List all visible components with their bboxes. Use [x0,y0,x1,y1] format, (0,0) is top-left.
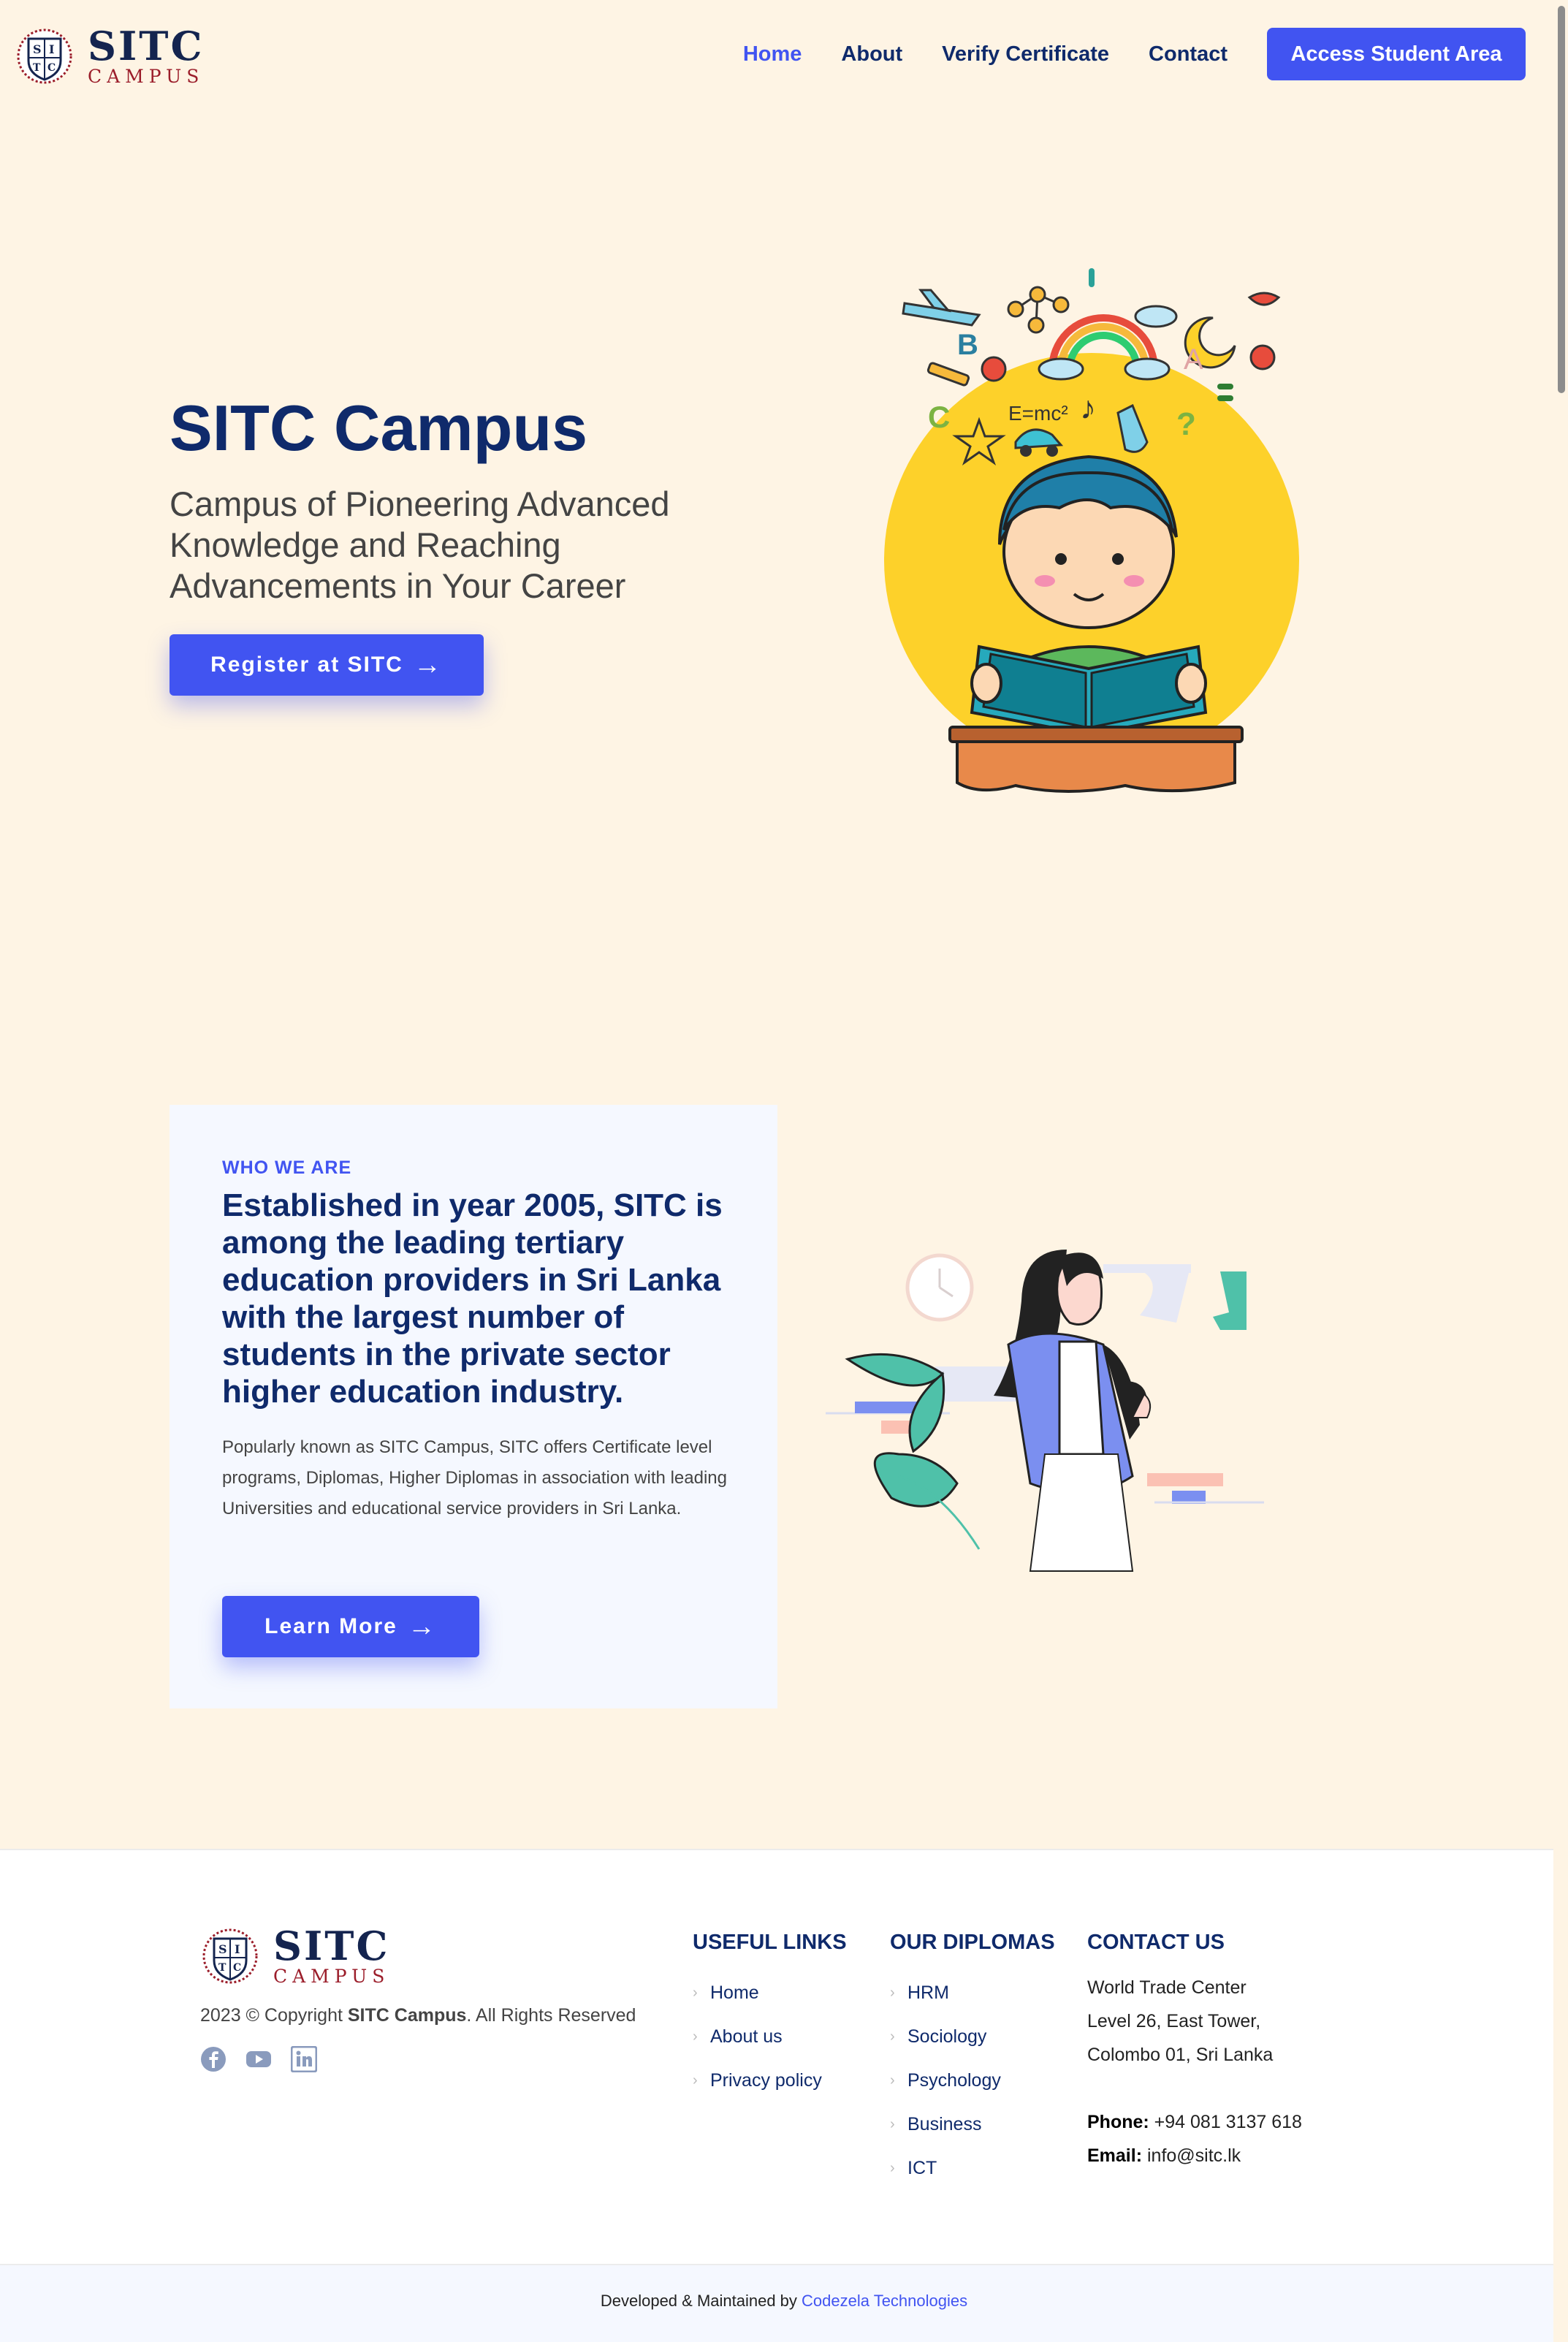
svg-text:A: A [1184,343,1203,376]
credits-text: Developed & Maintained by Codezela Techn… [600,2292,968,2310]
about-heading: Established in year 2005, SITC is among … [222,1187,723,1410]
about-text: Popularly known as SITC Campus, SITC off… [222,1437,727,1518]
diplomas-column: OUR DIPLOMAS › HRM › Sociology › Psychology… [890,1931,1055,2190]
social-links [200,2045,318,2073]
address-line: World Trade Center [1087,1977,1247,1998]
register-button-label: Register at SITC [210,653,403,677]
svg-text:B: B [957,329,978,361]
phone-line: Phone: +94 081 3137 618 [1087,2112,1302,2132]
hero-title: SITC Campus [170,392,588,464]
nav-contact[interactable]: Contact [1149,42,1228,66]
woman-with-plants-illustration [826,1250,1264,1572]
diploma-link-ict[interactable]: › ICT [890,2146,1055,2190]
crest-icon: S I T C [202,1928,258,1983]
svg-text:S: S [33,42,42,56]
chevron-right-icon: › [890,1984,895,2001]
diploma-link-psychology[interactable]: › Psychology [890,2058,1055,2102]
crest-icon: S I T C [17,28,72,83]
chevron-right-icon: › [693,2072,698,2088]
hero-subtitle: Campus of Pioneering Advanced Knowledge … [170,484,670,605]
arrow-right-icon: → [407,1611,437,1642]
logo-text-secondary: CAMPUS [88,66,205,87]
footer-link-about-us[interactable]: › About us [693,2015,847,2058]
airplane-icon [902,289,981,327]
nav-home[interactable]: Home [743,42,802,66]
svg-text:I: I [49,42,54,56]
svg-text:♪: ♪ [1080,390,1096,426]
email-address[interactable]: info@sitc.lk [1147,2145,1241,2166]
learn-more-label: Learn More [264,1614,397,1638]
access-student-area-button[interactable]: Access Student Area [1267,28,1526,80]
chevron-right-icon: › [693,1984,698,2001]
footer-logo[interactable]: S I T C SITC CAMPUS [200,1926,389,1985]
credits-bar: Developed & Maintained by Codezela Techn… [0,2264,1568,2342]
site-logo[interactable]: S I T C SITC CAMPUS [15,26,204,85]
nav-verify-certificate[interactable]: Verify Certificate [942,42,1109,66]
diploma-link-hrm[interactable]: › HRM [890,1971,1055,2015]
useful-links-title: USEFUL LINKS [693,1931,847,1954]
student-reading-illustration: B C E=mc² ♪ ? A [884,268,1299,793]
nav-about[interactable]: About [841,42,902,66]
svg-text:E=mc²: E=mc² [1008,402,1068,425]
youtube-icon[interactable] [246,2046,272,2072]
svg-text:S: S [218,1942,227,1956]
address-line: Level 26, East Tower, [1087,2011,1261,2031]
section-eyebrow: WHO WE ARE [222,1157,352,1178]
contact-title: CONTACT US [1087,1931,1225,1954]
site-header: S I T C SITC CAMPUS Home About Verify Ce… [0,0,1553,110]
logo-text-primary: SITC [273,1923,390,1969]
svg-text:T: T [33,62,41,74]
contact-column: CONTACT US World Trade Center Level 26, … [1087,1931,1302,2172]
footer-link-privacy-policy[interactable]: › Privacy policy [693,2058,847,2102]
email-line: Email: info@sitc.lk [1087,2145,1241,2166]
chevron-right-icon: › [890,2028,895,2045]
svg-text:C: C [47,62,56,74]
scrollbar-thumb[interactable] [1558,6,1565,393]
address-line: Colombo 01, Sri Lanka [1087,2045,1274,2065]
svg-text:I: I [235,1942,240,1956]
chevron-right-icon: › [890,2159,895,2176]
chevron-right-icon: › [890,2072,895,2088]
page-scrollbar[interactable] [1553,0,1568,2342]
chevron-right-icon: › [693,2028,698,2045]
learn-more-button[interactable]: Learn More → [222,1596,479,1657]
molecule-icon [1007,286,1070,334]
svg-text:C: C [233,1962,241,1974]
phone-number[interactable]: +94 081 3137 618 [1154,2112,1302,2132]
logo-text-secondary: CAMPUS [273,1966,390,1987]
about-section: WHO WE ARE Established in year 2005, SIT… [170,1105,777,1708]
footer-link-home[interactable]: › Home [693,1971,847,2015]
developer-link[interactable]: Codezela Technologies [802,2292,967,2310]
chevron-right-icon: › [890,2115,895,2132]
logo-text-primary: SITC [88,23,205,69]
svg-text:C: C [928,400,950,434]
main-nav: Home About Verify Certificate Contact Ac… [743,28,1526,80]
contact-details: World Trade Center Level 26, East Tower,… [1087,1971,1302,2172]
arrow-right-icon: → [413,650,443,680]
site-footer: S I T C SITC CAMPUS 2023 © Copyright SIT… [0,1849,1568,2265]
diplomas-title: OUR DIPLOMAS [890,1931,1055,1954]
register-button[interactable]: Register at SITC → [170,634,484,696]
facebook-icon[interactable] [200,2046,227,2072]
diploma-link-sociology[interactable]: › Sociology [890,2015,1055,2058]
svg-text:?: ? [1176,406,1196,442]
copyright-text: 2023 © Copyright SITC Campus. All Rights… [200,2005,636,2026]
copyright-brand: SITC Campus [347,2005,467,2026]
diploma-link-business[interactable]: › Business [890,2102,1055,2146]
linkedin-icon[interactable] [290,2045,318,2073]
useful-links-column: USEFUL LINKS › Home › About us › Privacy po… [693,1931,847,2102]
svg-text:T: T [218,1962,227,1974]
